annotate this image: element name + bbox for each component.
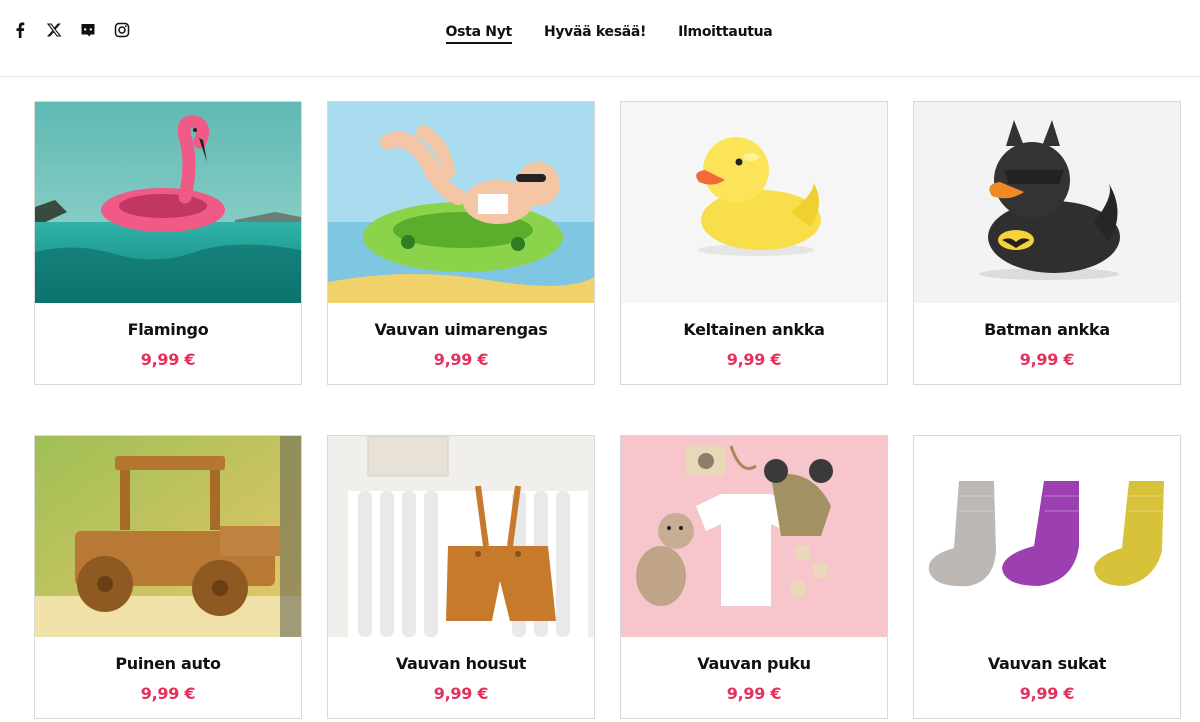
product-image-baby-swim-ring: [328, 102, 594, 303]
product-title: Puinen auto: [115, 654, 221, 673]
main-nav: Osta Nyt Hyvää kesää! Ilmoittautua: [0, 24, 1200, 44]
nav-item-hyvaa-kesaa[interactable]: Hyvää kesää!: [544, 24, 646, 44]
site-header: Osta Nyt Hyvää kesää! Ilmoittautua: [0, 0, 1200, 77]
product-grid: Flamingo 9,99 € Vauvan uimarengas 9,99 €…: [34, 101, 1181, 719]
product-price: 9,99 €: [140, 350, 196, 369]
product-image-wooden-car: [35, 436, 301, 637]
product-price: 9,99 €: [1019, 350, 1075, 369]
product-card[interactable]: Batman ankka 9,99 €: [913, 101, 1181, 385]
product-title: Vauvan puku: [697, 654, 811, 673]
product-title: Vauvan sukat: [987, 654, 1107, 673]
product-card[interactable]: Vauvan uimarengas 9,99 €: [327, 101, 595, 385]
product-price: 9,99 €: [433, 684, 489, 703]
product-image-baby-pants: [328, 436, 594, 637]
product-price: 9,99 €: [726, 350, 782, 369]
product-title: Keltainen ankka: [683, 320, 825, 339]
product-price: 9,99 €: [1019, 684, 1075, 703]
product-card[interactable]: Puinen auto 9,99 €: [34, 435, 302, 719]
product-image-yellow-duck: [621, 102, 887, 303]
product-title: Flamingo: [127, 320, 209, 339]
product-image-batman-duck: [914, 102, 1180, 303]
product-card[interactable]: Keltainen ankka 9,99 €: [620, 101, 888, 385]
product-price: 9,99 €: [140, 684, 196, 703]
nav-item-ilmoittautua[interactable]: Ilmoittautua: [678, 24, 773, 44]
nav-item-osta-nyt[interactable]: Osta Nyt: [445, 24, 512, 44]
product-card[interactable]: Vauvan sukat 9,99 €: [913, 435, 1181, 719]
product-card[interactable]: Flamingo 9,99 €: [34, 101, 302, 385]
product-title: Vauvan housut: [395, 654, 527, 673]
product-image-baby-socks: [914, 436, 1180, 637]
product-price: 9,99 €: [433, 350, 489, 369]
product-title: Batman ankka: [984, 320, 1110, 339]
product-image-flamingo: [35, 102, 301, 303]
product-image-baby-outfit: [621, 436, 887, 637]
product-title: Vauvan uimarengas: [374, 320, 548, 339]
product-price: 9,99 €: [726, 684, 782, 703]
product-card[interactable]: Vauvan puku 9,99 €: [620, 435, 888, 719]
product-card[interactable]: Vauvan housut 9,99 €: [327, 435, 595, 719]
